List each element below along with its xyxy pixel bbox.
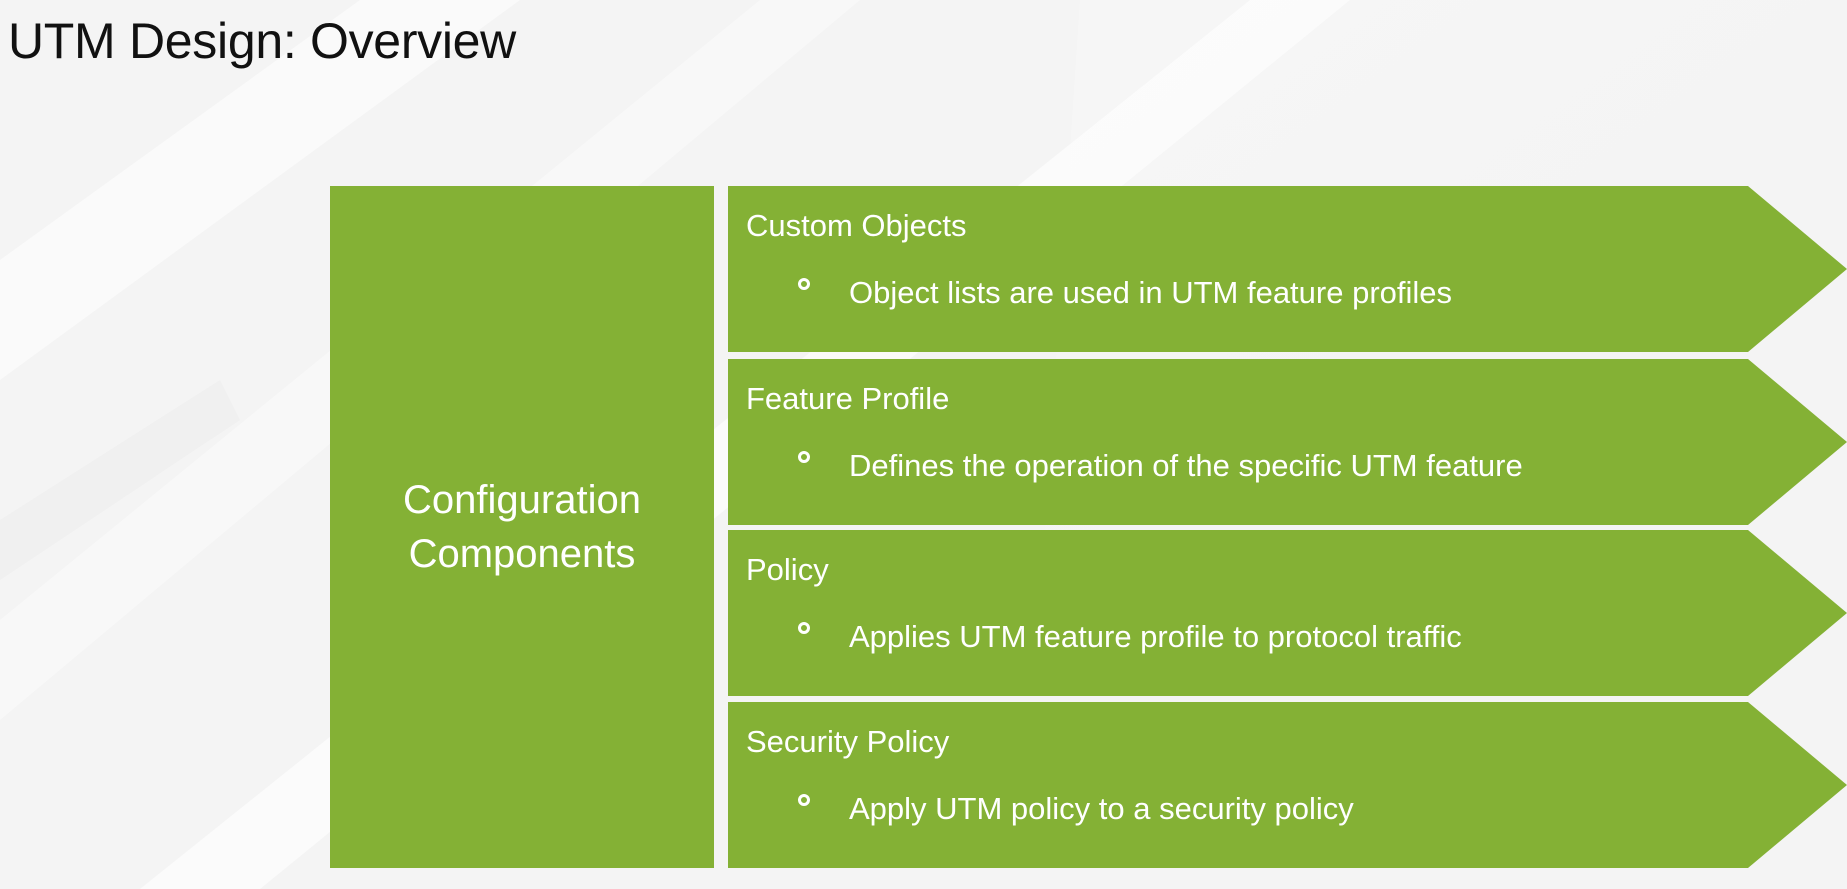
slide-title: UTM Design: Overview bbox=[8, 13, 516, 69]
security-policy-bullet-icon bbox=[798, 794, 810, 806]
policy-arrow-shape bbox=[728, 530, 1847, 696]
feature-profile-detail: Defines the operation of the specific UT… bbox=[849, 448, 1523, 483]
configuration-components-box: Configuration Components bbox=[330, 186, 714, 868]
custom-objects-detail: Object lists are used in UTM feature pro… bbox=[849, 275, 1453, 310]
custom-objects-row: Custom Objects Object lists are used in … bbox=[728, 186, 1847, 352]
custom-objects-heading: Custom Objects bbox=[746, 208, 967, 243]
custom-objects-bullet-icon bbox=[798, 278, 810, 290]
configuration-components-label: Configuration Components bbox=[403, 478, 641, 576]
security-policy-row: Security Policy Apply UTM policy to a se… bbox=[728, 702, 1847, 868]
feature-profile-bullet-icon bbox=[798, 451, 810, 463]
policy-heading: Policy bbox=[746, 552, 829, 587]
policy-detail: Applies UTM feature profile to protocol … bbox=[849, 619, 1462, 654]
feature-profile-row: Feature Profile Defines the operation of… bbox=[728, 359, 1847, 525]
security-policy-detail: Apply UTM policy to a security policy bbox=[849, 791, 1354, 826]
policy-bullet-icon bbox=[798, 622, 810, 634]
security-policy-heading: Security Policy bbox=[746, 724, 950, 759]
configuration-diagram: Configuration Components Custom Objects … bbox=[330, 186, 1847, 868]
feature-profile-heading: Feature Profile bbox=[746, 381, 950, 416]
policy-row: Policy Applies UTM feature profile to pr… bbox=[728, 530, 1847, 696]
